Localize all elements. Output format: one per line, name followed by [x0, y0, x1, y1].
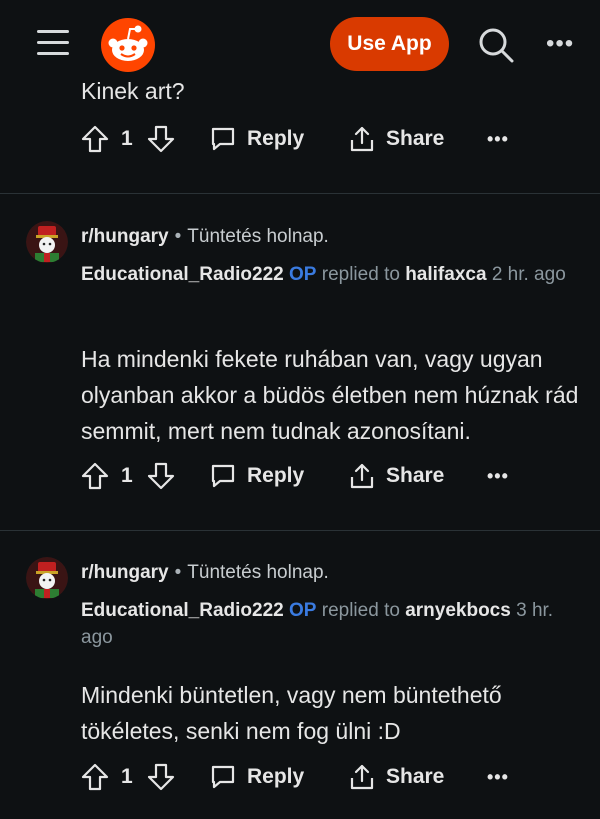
comment-actions: 1 Reply Share ••• [0, 117, 600, 161]
share-label: Share [386, 765, 445, 788]
comment-body: Ha mindenki fekete ruhában van, vagy ugy… [81, 346, 579, 444]
comment-card: r/hungary • Tüntetés holnap. Educational_R… [0, 557, 600, 819]
comment-icon [211, 765, 235, 789]
downvote-icon [147, 462, 175, 490]
share-button[interactable]: Share [348, 755, 444, 799]
comment-card: r/hungary • Tüntetés holnap. Educational_R… [0, 221, 600, 511]
comment-actions: 1 Reply Share ••• [0, 755, 600, 799]
vote-count: 1 [121, 765, 133, 788]
upvote-icon [81, 125, 109, 153]
upvote-button[interactable] [80, 454, 110, 498]
comment-icon [211, 464, 235, 488]
upvote-icon [81, 462, 109, 490]
post-title-link[interactable]: Tüntetés holnap. [187, 562, 329, 583]
reply-label: Reply [247, 464, 305, 487]
post-title-link[interactable]: Tüntetés holnap. [187, 226, 329, 247]
comment-meta: Educational_Radio222 OP replied to halif… [81, 261, 581, 288]
use-app-button[interactable]: Use App [330, 17, 449, 71]
replied-to-label: replied to [321, 264, 400, 285]
reply-label: Reply [247, 127, 305, 150]
replied-to-user-link[interactable]: halifaxca [405, 264, 486, 285]
share-label: Share [386, 464, 445, 487]
replied-to-user-link[interactable]: arnyekbocs [405, 600, 511, 621]
comment-actions: 1 Reply Share ••• [0, 454, 600, 498]
author-link[interactable]: Educational_Radio222 [81, 600, 284, 621]
divider [0, 530, 600, 531]
reply-button[interactable]: Reply [209, 117, 304, 161]
subreddit-link[interactable]: r/hungary [81, 226, 169, 247]
reply-button[interactable]: Reply [209, 454, 304, 498]
divider [0, 193, 600, 194]
subreddit-avatar[interactable] [26, 221, 68, 263]
downvote-icon [147, 125, 175, 153]
comment-body: Mindenki büntetlen, vagy nem büntethető … [81, 682, 502, 744]
reddit-logo-icon[interactable] [100, 17, 156, 73]
top-navigation-bar: Use App ••• [0, 0, 600, 88]
share-icon [350, 463, 374, 489]
share-button[interactable]: Share [348, 117, 444, 161]
more-options-icon[interactable]: ••• [546, 32, 582, 56]
reply-button[interactable]: Reply [209, 755, 304, 799]
author-link[interactable]: Educational_Radio222 [81, 264, 284, 285]
downvote-button[interactable] [146, 117, 176, 161]
downvote-icon [147, 763, 175, 791]
comment-more-icon[interactable]: ••• [487, 454, 509, 498]
downvote-button[interactable] [146, 755, 176, 799]
share-icon [350, 126, 374, 152]
vote-count: 1 [121, 127, 133, 150]
menu-icon[interactable] [37, 30, 69, 58]
upvote-button[interactable] [80, 117, 110, 161]
comment-body: Kinek art? [81, 78, 185, 104]
share-button[interactable]: Share [348, 454, 444, 498]
subreddit-avatar[interactable] [26, 557, 68, 599]
replied-to-label: replied to [321, 600, 400, 621]
share-icon [350, 764, 374, 790]
vote-count: 1 [121, 464, 133, 487]
op-badge: OP [289, 264, 317, 285]
downvote-button[interactable] [146, 454, 176, 498]
subreddit-link[interactable]: r/hungary [81, 562, 169, 583]
comment-context-line: r/hungary • Tüntetés holnap. [81, 562, 329, 584]
upvote-button[interactable] [80, 755, 110, 799]
comment-more-icon[interactable]: ••• [487, 117, 509, 161]
reply-label: Reply [247, 765, 305, 788]
comment-more-icon[interactable]: ••• [487, 755, 509, 799]
search-icon[interactable] [476, 25, 516, 65]
op-badge: OP [289, 600, 317, 621]
upvote-icon [81, 763, 109, 791]
comment-meta: Educational_Radio222 OP replied to arnye… [81, 597, 581, 651]
separator-dot: • [174, 562, 182, 583]
comment-timestamp: 2 hr. ago [491, 264, 566, 285]
comment-context-line: r/hungary • Tüntetés holnap. [81, 226, 329, 248]
share-label: Share [386, 127, 445, 150]
separator-dot: • [174, 226, 182, 247]
comment-icon [211, 127, 235, 151]
